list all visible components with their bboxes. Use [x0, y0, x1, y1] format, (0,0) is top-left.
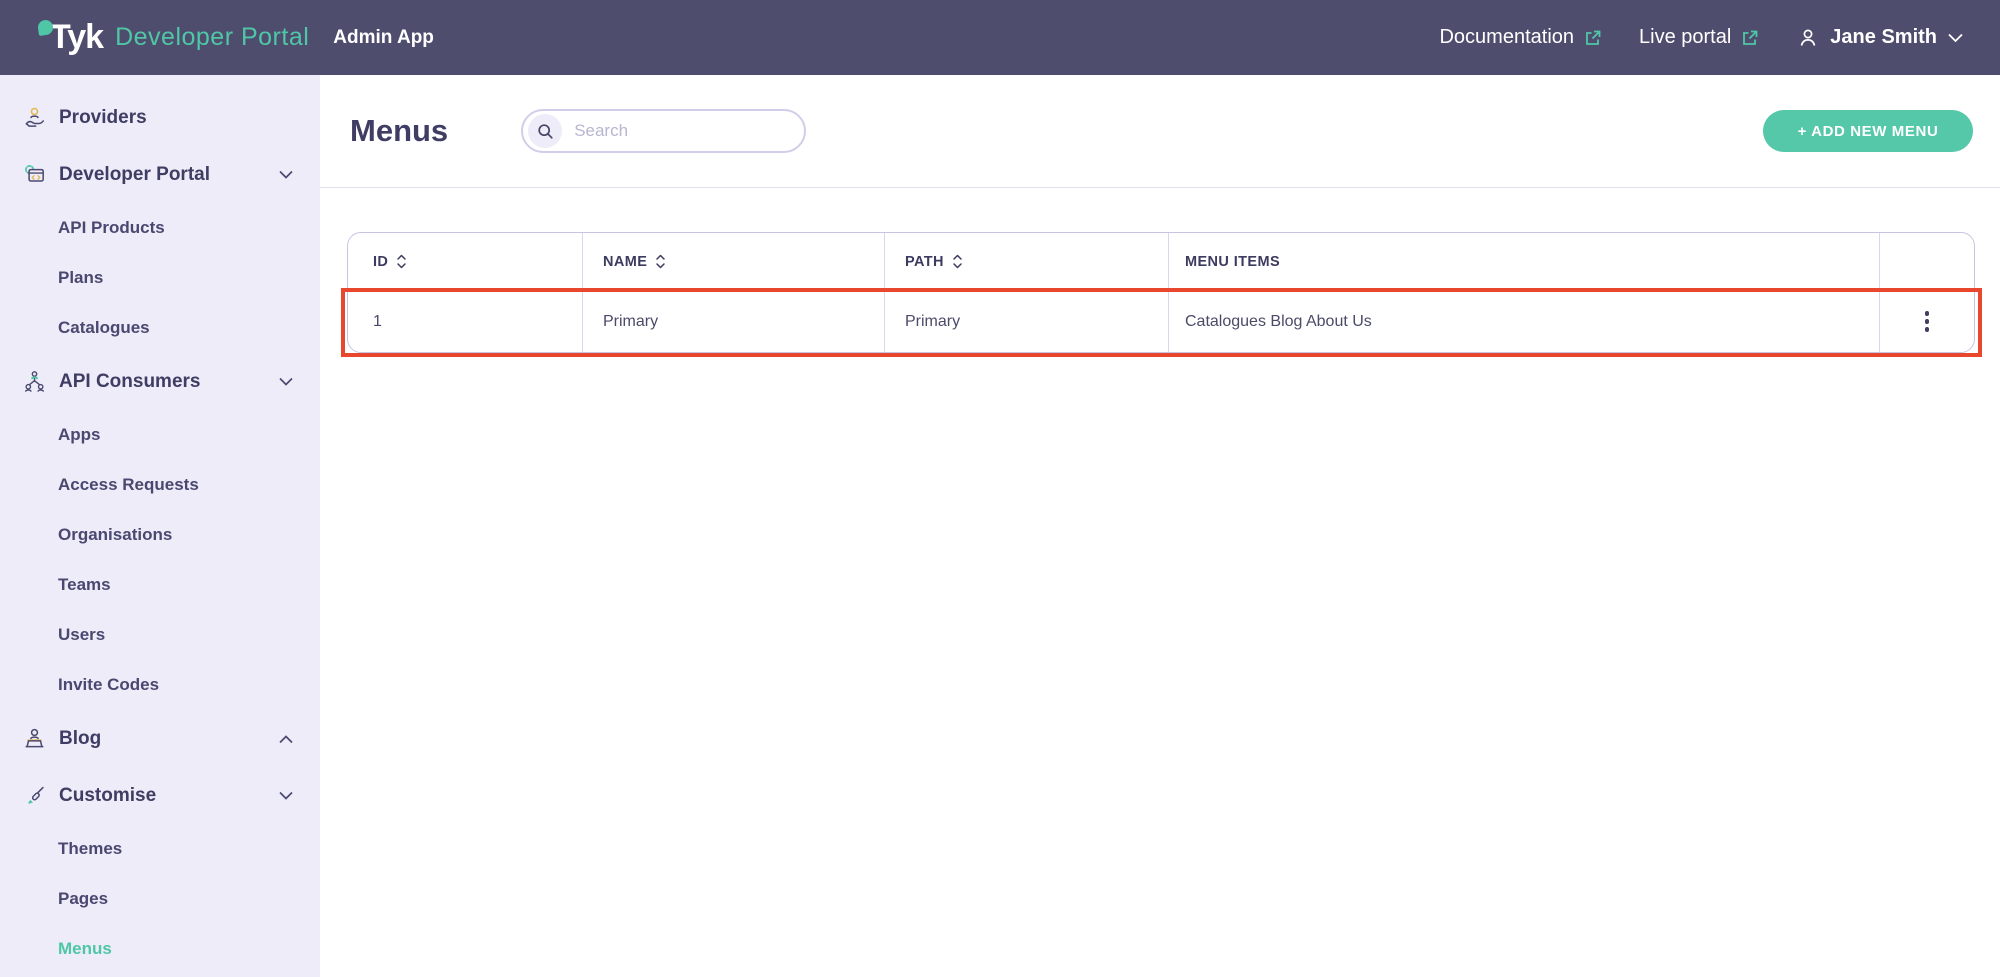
chevron-down-icon	[278, 169, 294, 180]
api-consumers-icon	[18, 369, 50, 395]
cell-actions	[1880, 291, 1974, 352]
app-name: Admin App	[333, 27, 434, 49]
live-portal-link-label: Live portal	[1639, 26, 1731, 49]
chevron-up-icon	[278, 733, 294, 744]
sidebar-item-label: Access Requests	[58, 475, 199, 495]
sidebar-item-label: Teams	[58, 575, 111, 595]
sidebar-item-label: API Consumers	[59, 371, 200, 393]
user-icon	[1796, 26, 1820, 50]
sidebar-item-apps[interactable]: Apps	[0, 410, 320, 460]
sidebar-item-label: Users	[58, 625, 105, 645]
search-input[interactable]	[562, 121, 772, 141]
column-header-label: PATH	[905, 254, 944, 270]
search-box[interactable]	[521, 109, 806, 153]
sidebar-item-label: Invite Codes	[58, 675, 159, 695]
page-title: Menus	[350, 113, 448, 149]
sort-icon	[655, 253, 666, 270]
sidebar-item-label: Blog	[59, 728, 101, 750]
column-header-id[interactable]: ID	[348, 233, 583, 290]
chevron-down-icon	[278, 376, 294, 387]
column-header-name[interactable]: NAME	[583, 233, 885, 290]
sidebar-item-developer-portal[interactable]: Developer Portal	[0, 146, 320, 203]
sidebar-item-api-consumers[interactable]: API Consumers	[0, 353, 320, 410]
documentation-link[interactable]: Documentation	[1439, 26, 1603, 49]
live-portal-link[interactable]: Live portal	[1639, 26, 1760, 49]
user-menu[interactable]: Jane Smith	[1796, 26, 1964, 50]
cell-menu-items: Catalogues Blog About Us	[1169, 291, 1880, 352]
column-header-menu-items: MENU ITEMS	[1169, 233, 1880, 290]
menus-table: ID NAME PATH	[347, 232, 1975, 353]
product-name: Developer Portal	[115, 23, 309, 52]
sidebar-item-label: Developer Portal	[59, 164, 210, 186]
menus-table-container: ID NAME PATH	[347, 232, 1975, 353]
sidebar-item-label: Plans	[58, 268, 103, 288]
sidebar-item-plans[interactable]: Plans	[0, 253, 320, 303]
sidebar-item-label: Pages	[58, 889, 108, 909]
sidebar-item-organisations[interactable]: Organisations	[0, 510, 320, 560]
sidebar-item-label: Catalogues	[58, 318, 150, 338]
sidebar-item-themes[interactable]: Themes	[0, 824, 320, 874]
cell-value: Catalogues Blog About Us	[1185, 313, 1372, 331]
customise-icon	[18, 783, 50, 809]
sidebar-item-teams[interactable]: Teams	[0, 560, 320, 610]
sidebar-item-catalogues[interactable]: Catalogues	[0, 303, 320, 353]
table-row[interactable]: 1 Primary Primary Catalogues Blog About …	[348, 291, 1974, 352]
sidebar-nav: Providers Developer Portal API Products …	[0, 75, 320, 977]
blog-icon	[18, 726, 50, 752]
tyk-logo: Tyk Developer Portal	[38, 18, 309, 57]
sidebar-item-api-products[interactable]: API Products	[0, 203, 320, 253]
sidebar-item-access-requests[interactable]: Access Requests	[0, 460, 320, 510]
external-link-icon	[1740, 28, 1760, 48]
column-header-label: NAME	[603, 254, 647, 270]
top-bar: Tyk Developer Portal Admin App Documenta…	[0, 0, 2000, 75]
add-new-menu-button[interactable]: + ADD NEW MENU	[1763, 110, 1973, 152]
cell-value: 1	[373, 313, 382, 331]
search-icon	[528, 114, 562, 148]
cell-path: Primary	[885, 291, 1169, 352]
user-name: Jane Smith	[1830, 26, 1937, 49]
chevron-down-icon	[1947, 32, 1964, 44]
sidebar-item-label: Customise	[59, 785, 156, 807]
kebab-menu-icon[interactable]	[1919, 305, 1936, 338]
sidebar-item-label: Themes	[58, 839, 122, 859]
column-header-path[interactable]: PATH	[885, 233, 1169, 290]
documentation-link-label: Documentation	[1439, 26, 1574, 49]
column-header-label: ID	[373, 254, 388, 270]
chevron-down-icon	[278, 790, 294, 801]
sidebar-item-invite-codes[interactable]: Invite Codes	[0, 660, 320, 710]
sidebar-item-providers[interactable]: Providers	[0, 89, 320, 146]
sidebar-item-label: Organisations	[58, 525, 172, 545]
cell-value: Primary	[905, 313, 960, 331]
developer-portal-icon	[18, 162, 50, 188]
column-header-label: MENU ITEMS	[1185, 254, 1280, 270]
sidebar-item-users[interactable]: Users	[0, 610, 320, 660]
main-content: Menus + ADD NEW MENU ID	[320, 75, 2000, 353]
sidebar-item-blog[interactable]: Blog	[0, 710, 320, 767]
sort-icon	[952, 253, 963, 270]
sidebar-item-label: Apps	[58, 425, 101, 445]
cell-name: Primary	[583, 291, 885, 352]
sidebar-item-label: API Products	[58, 218, 165, 238]
sidebar-item-pages[interactable]: Pages	[0, 874, 320, 924]
logo-text: Tyk	[50, 18, 103, 57]
providers-icon	[18, 105, 50, 131]
sidebar-item-customise[interactable]: Customise	[0, 767, 320, 824]
table-header-row: ID NAME PATH	[348, 233, 1974, 291]
sidebar-item-label: Menus	[58, 939, 112, 959]
sidebar-item-menus[interactable]: Menus	[0, 924, 320, 974]
cell-id: 1	[348, 291, 583, 352]
external-link-icon	[1583, 28, 1603, 48]
sort-icon	[396, 253, 407, 270]
page-header: Menus + ADD NEW MENU	[320, 75, 2000, 188]
cell-value: Primary	[603, 313, 658, 331]
sidebar-item-label: Providers	[59, 107, 147, 129]
column-header-actions	[1880, 233, 1974, 290]
